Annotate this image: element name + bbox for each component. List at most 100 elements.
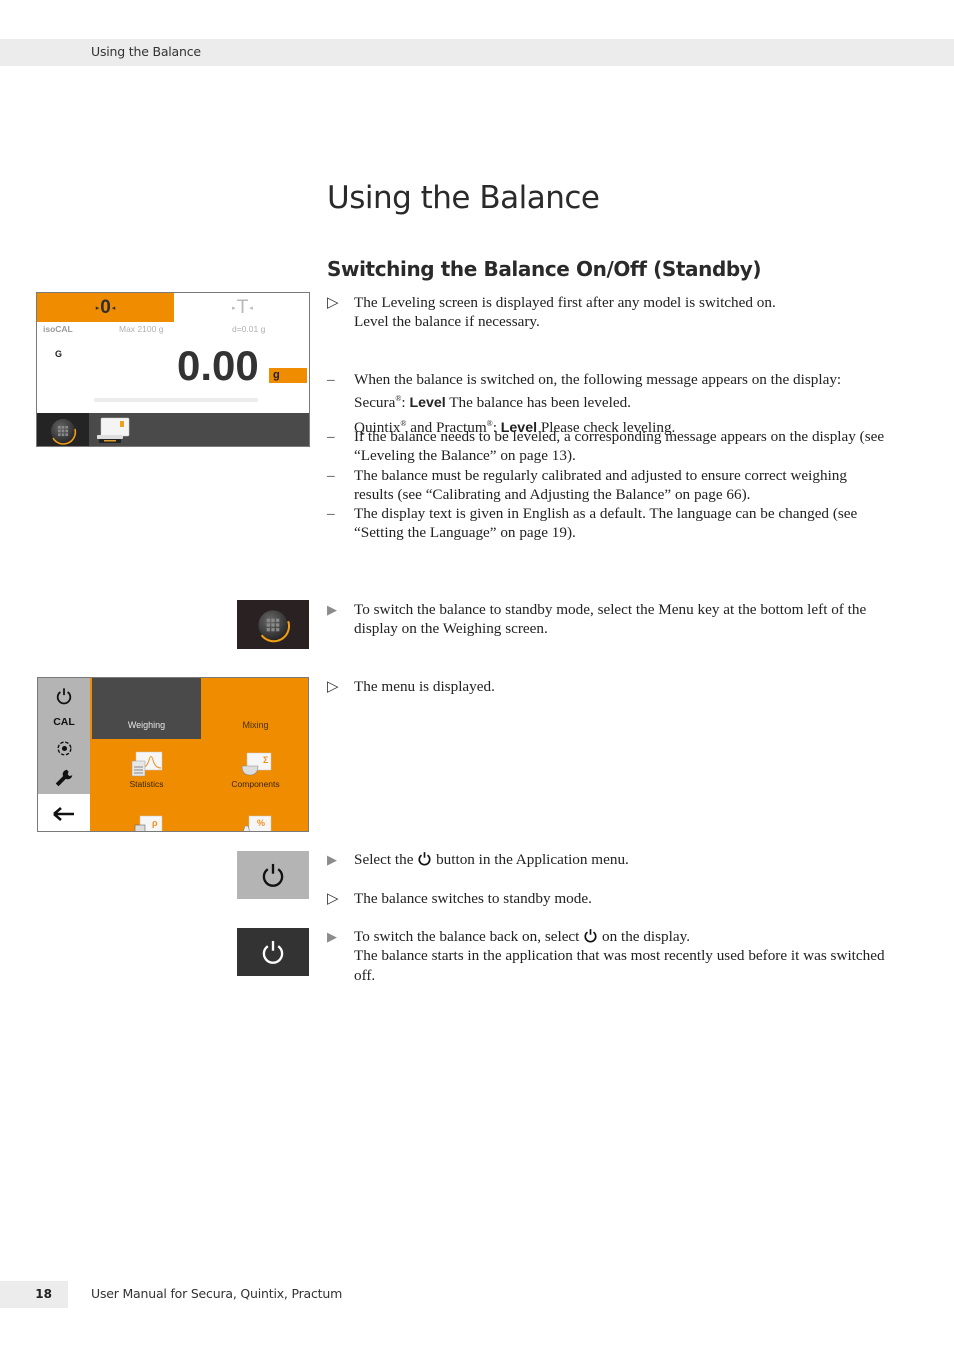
- bullet-text: The balance must be regularly calibrated…: [354, 467, 847, 504]
- paragraph-text: The Leveling screen is displayed first a…: [354, 293, 887, 332]
- components-icon: Σ: [241, 752, 271, 776]
- power-icon: [584, 929, 597, 943]
- power-icon: [262, 863, 284, 887]
- tare-key-label: T: [236, 296, 249, 318]
- bullet-dash: –: [327, 467, 335, 484]
- percent-icon: %: [242, 815, 271, 831]
- wrench-icon: [55, 769, 73, 787]
- calibration-button[interactable]: CAL: [38, 711, 90, 733]
- app-label: Statistics: [129, 779, 164, 789]
- arrow-left-icon: ◂: [249, 303, 253, 312]
- app-percent[interactable]: %: [201, 814, 308, 831]
- step-note: The balance starts in the application th…: [354, 947, 885, 984]
- step-text: To switch the balance to standby mode, s…: [354, 601, 867, 638]
- result-paragraph: ▷ The menu is displayed.: [327, 677, 887, 696]
- step-marker: ▶: [327, 852, 337, 867]
- menu-key[interactable]: [37, 413, 89, 446]
- gross-indicator: G: [55, 349, 63, 359]
- weighing-screen-bottom-bar: [37, 413, 309, 446]
- step-marker: ▶: [327, 929, 337, 944]
- standby-button-illustration[interactable]: [237, 851, 309, 899]
- bullet-dash: –: [327, 428, 335, 445]
- zero-key-label: 0: [100, 296, 111, 318]
- readability-label: d=0.01 g: [232, 324, 266, 334]
- power-icon: [56, 688, 72, 705]
- result-marker: ▷: [327, 890, 339, 907]
- footer-title: User Manual for Secura, Quintix, Practum: [91, 1286, 343, 1301]
- statistics-icon: [131, 751, 162, 777]
- registered-mark: ®: [395, 394, 402, 404]
- power-on-button-illustration[interactable]: [237, 928, 309, 976]
- arrow-right-icon: ▸: [95, 303, 100, 312]
- section-title: Switching the Balance On/Off (Standby): [327, 257, 762, 281]
- instruction-step: ▶ To switch the balance back on, select …: [327, 927, 887, 985]
- weighing-screen-illustration: ▸ 0 ◂ ▸ T ◂ isoCAL Max 2100 g d=0.01 g G…: [36, 292, 310, 447]
- weight-value: 0.00: [177, 342, 259, 389]
- max-capacity-label: Max 2100 g: [119, 324, 164, 334]
- page-number: 18: [0, 1281, 68, 1308]
- step-text: To switch the balance back on, select on…: [354, 927, 887, 985]
- bullet-text: If the balance needs to be leveled, a co…: [354, 428, 885, 465]
- bullet-item: – The display text is given in English a…: [327, 504, 887, 543]
- zero-key[interactable]: ▸ 0 ◂: [37, 293, 174, 322]
- leveling-button[interactable]: [38, 737, 90, 759]
- svg-text:ρ: ρ: [152, 818, 158, 828]
- standby-button[interactable]: [38, 684, 90, 708]
- paragraph-line: Level the balance if necessary.: [354, 313, 540, 331]
- isocal-label: isoCAL: [43, 324, 73, 334]
- bullet-dash: –: [327, 371, 335, 388]
- weighing-app-button[interactable]: [95, 416, 131, 446]
- unit-button[interactable]: g: [269, 368, 307, 383]
- result-marker: ▷: [327, 294, 339, 311]
- menu-sidebar: CAL: [38, 678, 90, 794]
- menu-key-illustration[interactable]: [237, 600, 309, 649]
- step-text: Select the button in the Application men…: [354, 850, 887, 869]
- settings-button[interactable]: [38, 764, 90, 792]
- result-paragraph: ▷ The Leveling screen is displayed first…: [327, 293, 887, 332]
- paragraph-line: The Leveling screen is displayed first a…: [354, 294, 776, 311]
- svg-text:Σ: Σ: [263, 755, 269, 765]
- instruction-step: ▶ Select the button in the Application m…: [327, 850, 887, 869]
- menu-grid-icon: [258, 609, 290, 642]
- step-text-after: button in the Application menu.: [436, 851, 629, 868]
- capacity-bar: [94, 398, 258, 402]
- page-title: Using the Balance: [327, 180, 600, 216]
- result-paragraph: ▷ The balance switches to standby mode.: [327, 889, 887, 908]
- app-statistics[interactable]: Statistics: [92, 751, 201, 789]
- weighing-app-icon: [97, 417, 130, 443]
- app-density[interactable]: ρ: [92, 814, 201, 831]
- tab-mixing[interactable]: Mixing: [201, 678, 308, 739]
- menu-grid-icon: [51, 418, 77, 445]
- arrow-left-icon: [53, 806, 74, 821]
- level-icon: [56, 740, 72, 756]
- step-text-after: on the display.: [602, 928, 691, 945]
- result-text: The menu is displayed.: [354, 678, 495, 695]
- step-text-before: Select the: [354, 851, 414, 868]
- instruction-step: ▶ To switch the balance to standby mode,…: [327, 600, 887, 639]
- power-icon: [418, 852, 431, 866]
- bullet-dash: –: [327, 505, 335, 522]
- density-icon: ρ: [134, 815, 162, 831]
- back-button[interactable]: [38, 794, 90, 831]
- result-text: The balance switches to standby mode.: [354, 890, 592, 907]
- tab-weighing[interactable]: Weighing: [92, 678, 201, 739]
- power-icon: [262, 940, 284, 964]
- arrow-left-icon: ◂: [111, 303, 116, 312]
- app-components[interactable]: Σ Components: [201, 751, 308, 789]
- bullet-text: The display text is given in English as …: [354, 505, 858, 542]
- app-label: Components: [231, 779, 280, 789]
- result-marker: ▷: [327, 678, 339, 695]
- display-message-label: Level: [409, 395, 446, 412]
- bullet-item: – The balance must be regularly calibrat…: [327, 466, 887, 505]
- bullet-item: – If the balance needs to be leveled, a …: [327, 427, 887, 466]
- bullet-intro: When the balance is switched on, the fol…: [354, 371, 842, 388]
- product-name-secura: Secura: [354, 394, 396, 412]
- cal-label: CAL: [53, 716, 75, 728]
- tare-key[interactable]: ▸ T ◂: [174, 293, 309, 322]
- running-header: Using the Balance: [0, 39, 954, 66]
- arrow-right-icon: ▸: [232, 303, 236, 312]
- running-header-title: Using the Balance: [91, 44, 201, 59]
- display-message: The balance has been leveled.: [449, 394, 631, 412]
- step-text-before: To switch the balance back on, select: [354, 928, 580, 945]
- step-marker: ▶: [327, 602, 337, 617]
